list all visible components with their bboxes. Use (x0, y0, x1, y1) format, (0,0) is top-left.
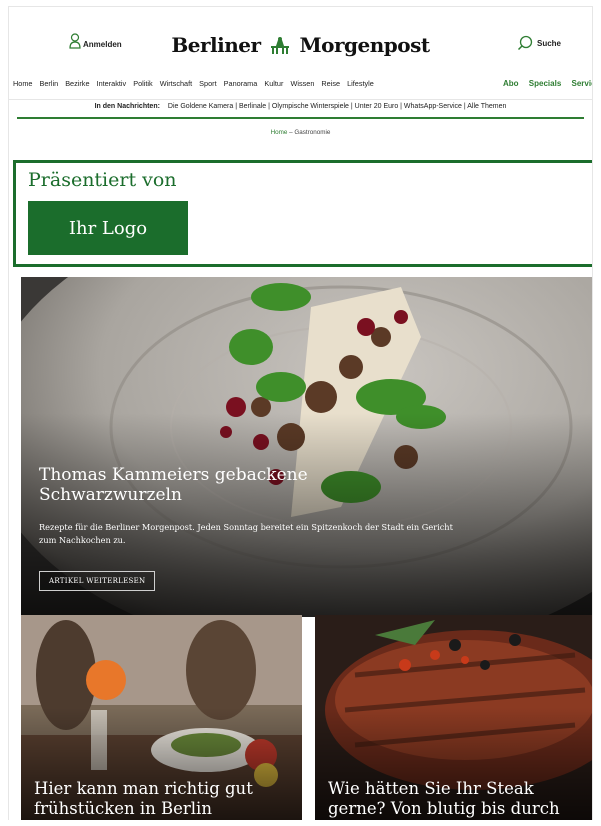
hero-description: Rezepte für die Berliner Morgenpost. Jed… (39, 522, 453, 545)
sponsor-logo-button[interactable]: Ihr Logo (28, 201, 188, 255)
breadcrumb-current: Gastronomie (294, 129, 331, 136)
brand-name-left: Berliner (171, 33, 261, 57)
nav-item-berlin[interactable]: Berlin (40, 79, 59, 88)
search-icon (517, 35, 533, 51)
page-frame: Anmelden Berliner Morgenpost Suche Home … (8, 6, 593, 820)
nav-item-reise[interactable]: Reise (321, 79, 340, 88)
teaser-title-breakfast[interactable]: Hier kann man richtig gut frühstücken in… (34, 779, 294, 819)
nav-item-service[interactable]: Service (572, 79, 593, 88)
news-label: In den Nachrichten: (94, 103, 160, 110)
masthead: Anmelden Berliner Morgenpost Suche (9, 7, 592, 67)
hero-image (21, 277, 592, 617)
nav-secondary: Abo Specials Service (503, 79, 593, 88)
brand-logo[interactable]: Berliner Morgenpost (9, 33, 592, 57)
nav-item-politik[interactable]: Politik (133, 79, 152, 88)
news-topics[interactable]: Die Goldene Kamera | Berlinale | Olympis… (168, 103, 507, 110)
read-more-button[interactable]: ARTIKEL WEITERLESEN (39, 571, 156, 591)
nav-item-sport[interactable]: Sport (199, 79, 216, 88)
nav-item-bezirke[interactable]: Bezirke (65, 79, 89, 88)
hero-title[interactable]: Thomas Kammeiers gebackene Schwarzwurzel… (39, 465, 339, 505)
breadcrumb-home[interactable]: Home (271, 129, 288, 136)
nav-item-home[interactable]: Home (13, 79, 32, 88)
brand-name-right: Morgenpost (299, 33, 431, 57)
hero-teaser[interactable]: Thomas Kammeiers gebackene Schwarzwurzel… (21, 277, 592, 617)
nav-item-abo[interactable]: Abo (503, 79, 519, 88)
gate-emblem-icon (271, 37, 290, 54)
search-link[interactable]: Suche (517, 35, 561, 51)
breadcrumb: Home – Gastronomie (9, 129, 592, 136)
teaser-card-breakfast[interactable]: Hier kann man richtig gut frühstücken in… (21, 615, 302, 820)
sponsor-box: Präsentiert von Ihr Logo (13, 160, 592, 267)
nav-item-wissen[interactable]: Wissen (290, 79, 314, 88)
nav-item-interaktiv[interactable]: Interaktiv (97, 79, 127, 88)
teaser-title-steak[interactable]: Wie hätten Sie Ihr Steak gerne? Von blut… (328, 779, 588, 819)
nav-item-specials[interactable]: Specials (529, 79, 561, 88)
news-topics-bar: In den Nachrichten: Die Goldene Kamera |… (9, 99, 592, 117)
nav-item-panorama[interactable]: Panorama (224, 79, 258, 88)
header-divider (17, 117, 584, 119)
nav-item-wirtschaft[interactable]: Wirtschaft (160, 79, 192, 88)
sponsor-label: Präsentiert von (28, 169, 177, 191)
teaser-card-steak[interactable]: Wie hätten Sie Ihr Steak gerne? Von blut… (315, 615, 592, 820)
search-label: Suche (537, 38, 562, 48)
nav-item-lifestyle[interactable]: Lifestyle (347, 79, 374, 88)
nav-item-kultur[interactable]: Kultur (264, 79, 283, 88)
